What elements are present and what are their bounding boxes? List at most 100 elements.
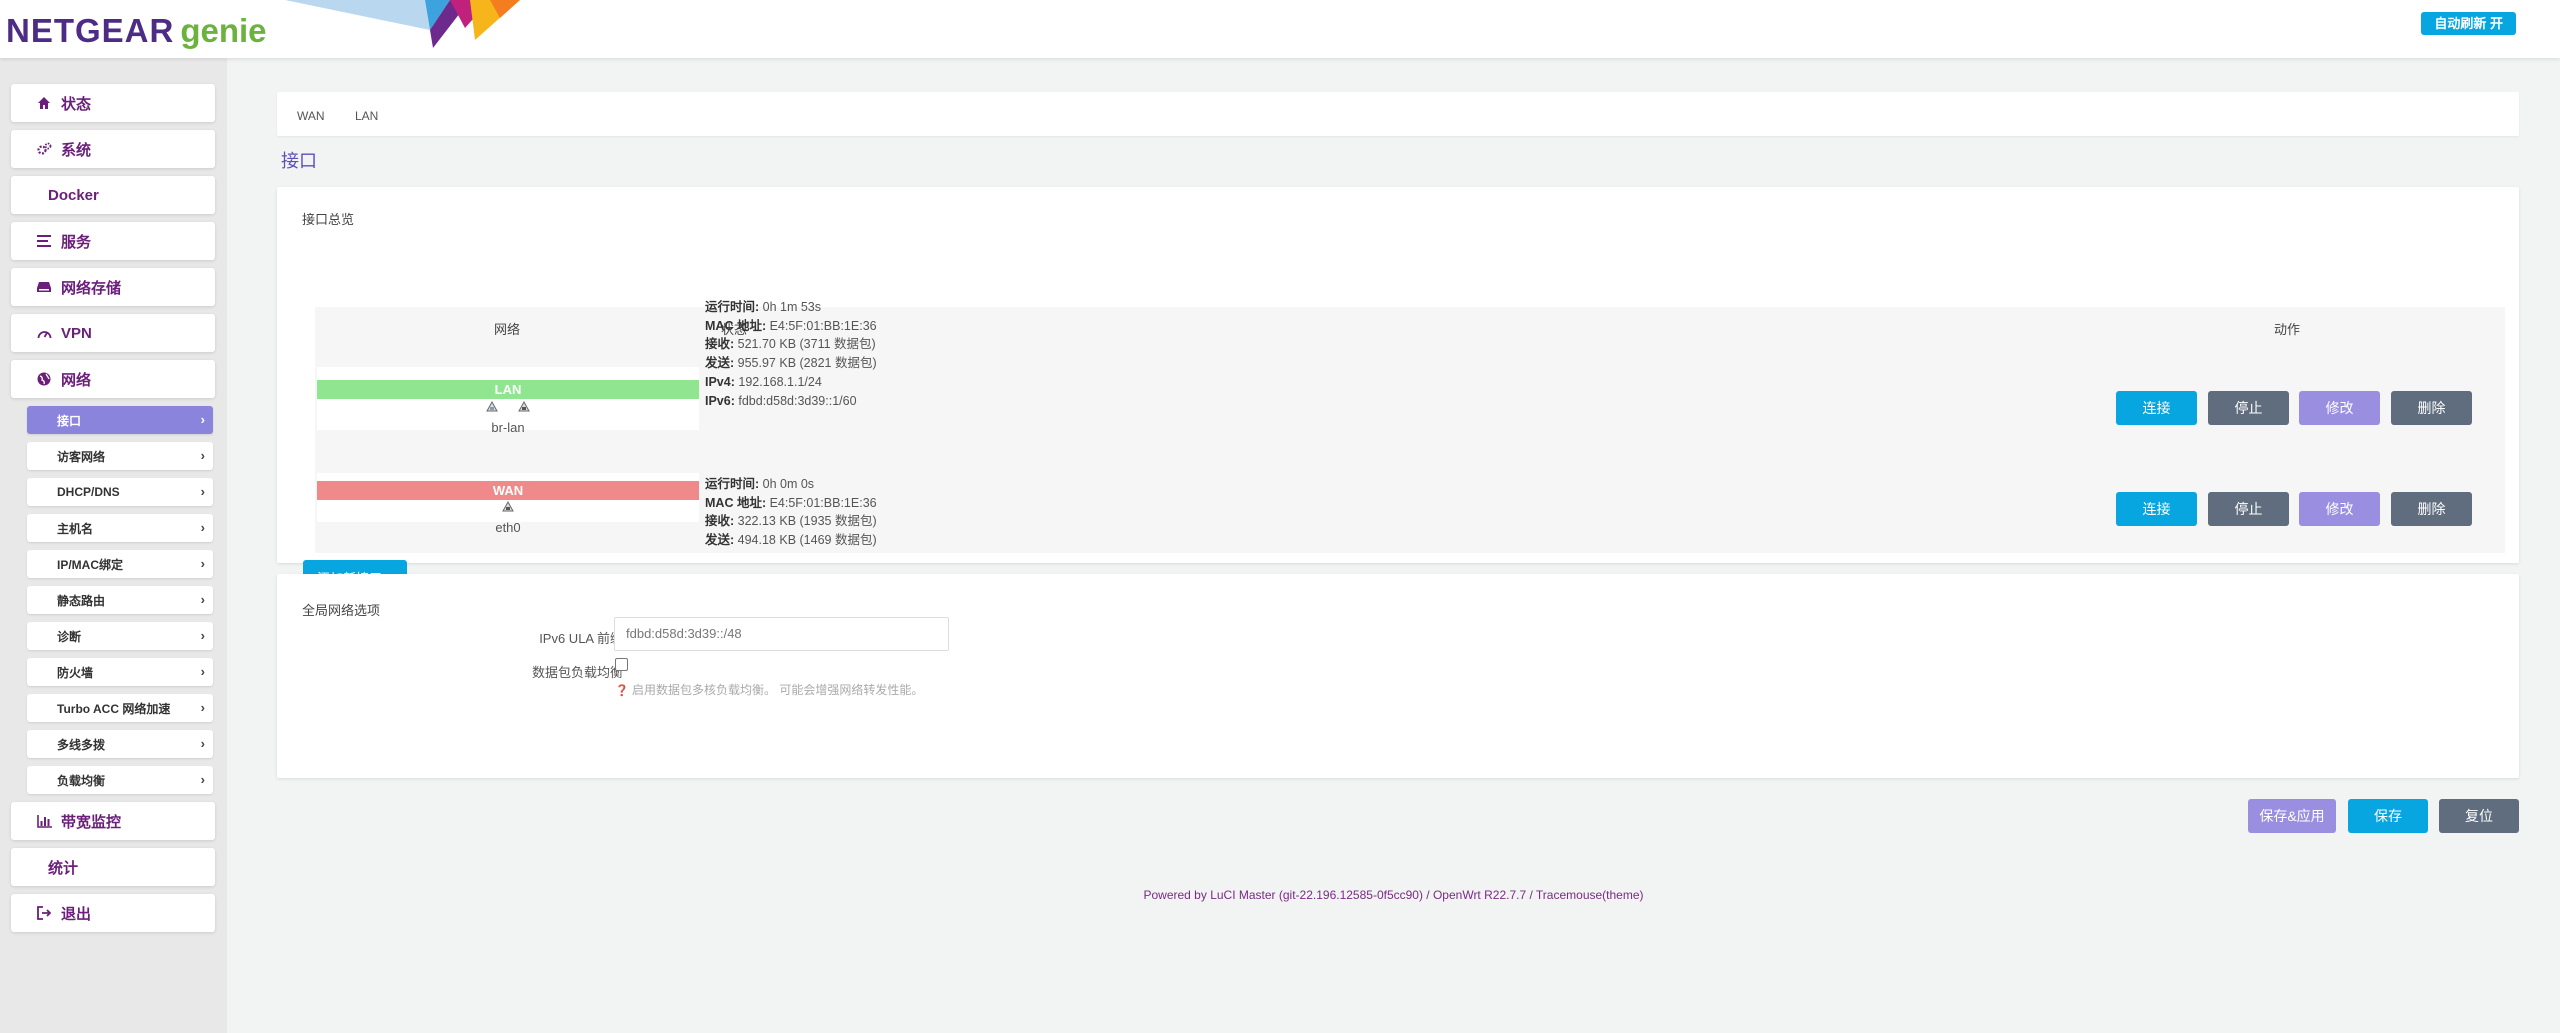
status-key: 发送: — [705, 356, 735, 371]
device-name-lan: br-lan — [491, 420, 525, 435]
sidebar-subitem-firewall[interactable]: 防火墙 › — [27, 658, 213, 686]
tab-bar: WAN LAN — [277, 92, 2519, 136]
chevron-right-icon: › — [200, 412, 205, 427]
gears-icon — [35, 140, 53, 158]
sidebar-subitem-hostnames[interactable]: 主机名 › — [27, 514, 213, 542]
sidebar-item-label: VPN — [61, 324, 92, 342]
sidebar-item-label: 带宽监控 — [61, 813, 122, 831]
globe-icon — [35, 370, 53, 388]
sidebar-subitem-interfaces[interactable]: 接口 › — [27, 406, 213, 434]
page-title: 接口 — [281, 151, 317, 171]
question-circle-icon: ❓ — [615, 685, 629, 697]
status-value-uptime: 0h 0m 0s — [759, 477, 815, 491]
interface-badge-wan: WAN — [317, 481, 699, 500]
sidebar-subitem-static-routes[interactable]: 静态路由 › — [27, 586, 213, 614]
sidebar-subitem-load-balancing[interactable]: 负载均衡 › — [27, 766, 213, 794]
chevron-right-icon: › — [200, 592, 205, 607]
subitem-label: 防火墙 — [57, 665, 94, 680]
chevron-right-icon: › — [200, 448, 205, 463]
chevron-right-icon: › — [200, 556, 205, 571]
save-apply-button[interactable]: 保存&应用 — [2248, 799, 2336, 833]
sidebar-item-logout[interactable]: 退出 — [11, 894, 215, 932]
list-icon — [35, 232, 53, 250]
wan-delete-button[interactable]: 删除 — [2391, 492, 2472, 526]
logo-genie-text: genie — [180, 12, 267, 49]
sidebar-item-system[interactable]: 系统 — [11, 130, 215, 168]
lan-delete-button[interactable]: 删除 — [2391, 391, 2472, 425]
reset-button[interactable]: 复位 — [2439, 799, 2519, 833]
subitem-label: 诊断 — [57, 629, 82, 644]
packet-steering-help: ❓ 启用数据包多核负载均衡。 可能会增强网络转发性能。 — [615, 681, 923, 698]
netgear-genie-logo[interactable]: NETGEAR genie — [6, 12, 267, 50]
logo-netgear-text: NETGEAR — [6, 12, 175, 49]
sidebar-item-label: 网络 — [61, 371, 92, 389]
status-block-wan: 运行时间: 0h 0m 0s MAC 地址: E4:5F:01:BB:1E:36 接… — [705, 475, 877, 550]
subitem-label: IP/MAC绑定 — [57, 557, 124, 572]
status-key: 接收: — [705, 514, 735, 529]
chevron-right-icon: › — [200, 628, 205, 643]
sidebar-item-bandwidth-monitor[interactable]: 带宽监控 — [11, 802, 215, 840]
subitem-label: 接口 — [57, 413, 82, 428]
chevron-right-icon: › — [200, 700, 205, 715]
save-button[interactable]: 保存 — [2348, 799, 2428, 833]
sidebar-subitem-turbo-acc[interactable]: Turbo ACC 网络加速 › — [27, 694, 213, 722]
status-value-mac: E4:5F:01:BB:1E:36 — [766, 318, 877, 333]
status-value-rx: 322.13 KB (1935 数据包) — [734, 514, 877, 529]
footer: Powered by LuCI Master (git-22.196.12585… — [1143, 888, 1644, 902]
status-key: 发送: — [705, 533, 735, 548]
sidebar-item-label: Docker — [48, 186, 99, 204]
status-value-uptime: 0h 1m 53s — [759, 300, 822, 314]
status-key: MAC 地址: — [705, 495, 767, 510]
chevron-right-icon: › — [200, 484, 205, 499]
tab-lan[interactable]: LAN — [355, 109, 378, 123]
sidebar-item-vpn[interactable]: VPN — [11, 314, 215, 352]
status-key: IPv6: — [705, 393, 735, 408]
wan-stop-button[interactable]: 停止 — [2208, 492, 2289, 526]
sidebar-subitem-guest-network[interactable]: 访客网络 › — [27, 442, 213, 470]
sidebar-item-statistics[interactable]: 统计 — [11, 848, 215, 886]
sidebar-subitem-dhcp-dns[interactable]: DHCP/DNS › — [27, 478, 213, 506]
sidebar-item-label: 状态 — [61, 95, 92, 113]
sidebar-subitem-ip-mac-binding[interactable]: IP/MAC绑定 › — [27, 550, 213, 578]
bar-chart-icon — [35, 812, 53, 830]
subitem-label: 多线多拨 — [57, 737, 106, 752]
storage-icon — [35, 278, 53, 296]
ethernet-port-icon — [485, 400, 499, 416]
status-value-rx: 521.70 KB (3711 数据包) — [734, 337, 876, 352]
lan-stop-button[interactable]: 停止 — [2208, 391, 2289, 425]
chevron-right-icon: › — [200, 520, 205, 535]
sidebar-item-label: 统计 — [48, 859, 79, 877]
packet-steering-checkbox[interactable] — [615, 658, 628, 671]
help-text: 启用数据包多核负载均衡。 可能会增强网络转发性能。 — [632, 683, 924, 697]
status-key: IPv4: — [705, 374, 735, 389]
subitem-label: 负载均衡 — [57, 773, 106, 788]
wireless-port-icon — [501, 500, 515, 516]
wan-edit-button[interactable]: 修改 — [2299, 492, 2380, 526]
sidebar-subitem-diagnostics[interactable]: 诊断 › — [27, 622, 213, 650]
sidebar-item-nas[interactable]: 网络存储 — [11, 268, 215, 306]
chevron-right-icon: › — [200, 772, 205, 787]
status-value-tx: 494.18 KB (1469 数据包) — [734, 533, 877, 548]
subitem-label: 访客网络 — [57, 449, 106, 464]
column-header-actions: 动作 — [2274, 322, 2301, 337]
autorefresh-toggle[interactable]: 自动刷新 开 — [2421, 12, 2516, 35]
sidebar-item-services[interactable]: 服务 — [11, 222, 215, 260]
sidebar-item-network[interactable]: 网络 — [11, 360, 215, 398]
ula-prefix-input[interactable]: fdbd:d58d:3d39::/48 — [614, 617, 949, 651]
status-value-ipv6: fdbd:d58d:3d39::1/60 — [734, 393, 857, 408]
sidebar-subitem-multi-wan[interactable]: 多线多拨 › — [27, 730, 213, 758]
sidebar-item-docker[interactable]: Docker — [11, 176, 215, 214]
lan-connect-button[interactable]: 连接 — [2116, 391, 2197, 425]
status-value-mac: E4:5F:01:BB:1E:36 — [766, 495, 877, 510]
device-name-wan: eth0 — [495, 520, 521, 535]
logo-decoration — [285, 0, 520, 48]
tab-wan[interactable]: WAN — [297, 109, 325, 123]
sidebar-item-status[interactable]: 状态 — [11, 84, 215, 122]
lan-edit-button[interactable]: 修改 — [2299, 391, 2380, 425]
status-value-tx: 955.97 KB (2821 数据包) — [734, 356, 877, 371]
sidebar: 状态 系统 Docker 服务 网络存储 VPN 网络 接口 › 访客网络 › DH… — [0, 58, 227, 1033]
status-key: MAC 地址: — [705, 318, 767, 333]
wan-connect-button[interactable]: 连接 — [2116, 492, 2197, 526]
interface-badge-lan: LAN — [317, 380, 699, 399]
global-options-card: 全局网络选项 IPv6 ULA 前缀 fdbd:d58d:3d39::/48 数… — [277, 574, 2519, 778]
